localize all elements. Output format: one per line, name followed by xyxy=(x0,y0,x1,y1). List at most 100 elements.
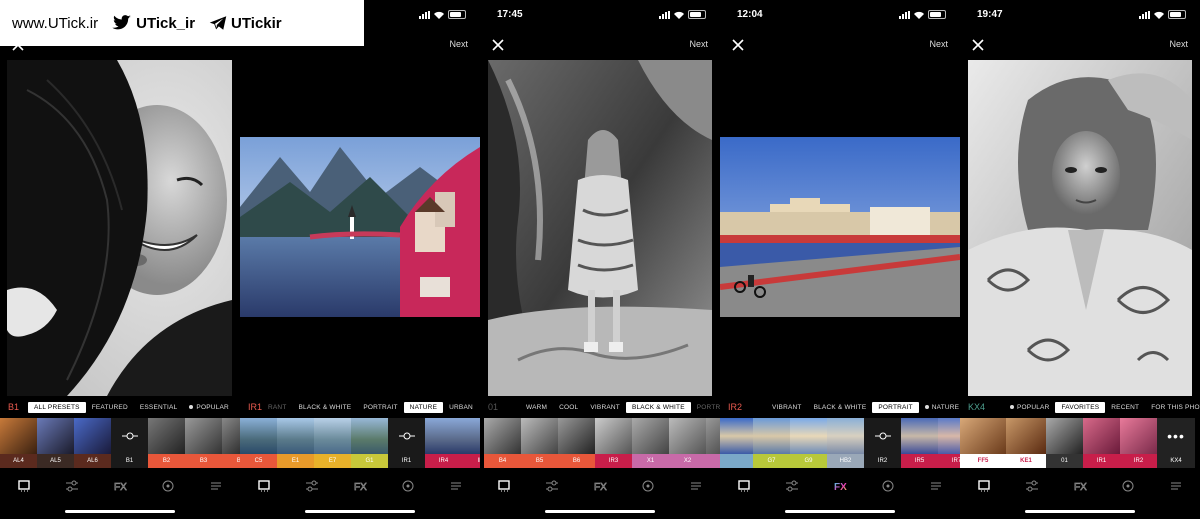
tab-popular[interactable]: POPULAR xyxy=(183,402,234,413)
preset-thumb[interactable]: 01 xyxy=(1046,418,1083,468)
fx-icon[interactable]: FX xyxy=(1072,478,1088,494)
close-icon[interactable] xyxy=(490,37,506,53)
preset-thumb[interactable]: IR2 xyxy=(1120,418,1157,468)
preset-thumb[interactable]: E1 xyxy=(277,418,314,468)
history-icon[interactable] xyxy=(640,478,656,494)
preset-label: AL4 xyxy=(0,454,37,468)
preset-thumb[interactable]: KE1 xyxy=(1006,418,1046,468)
tab-warm[interactable]: WARM xyxy=(520,402,553,413)
tab-portrait[interactable]: PORTRAIT xyxy=(872,401,919,413)
preset-thumb[interactable]: C5 xyxy=(240,418,277,468)
preset-thumb[interactable]: B2 xyxy=(148,418,185,468)
tab-label: POPULAR xyxy=(1017,403,1050,411)
fx-icon[interactable]: FX xyxy=(112,478,128,494)
history-icon[interactable] xyxy=(880,478,896,494)
tab-urban[interactable]: URBAN xyxy=(443,402,479,413)
signal-icon xyxy=(419,10,430,19)
history-icon[interactable] xyxy=(1120,478,1136,494)
preset-thumb[interactable]: B4 xyxy=(484,418,521,468)
tab-favorites[interactable]: FAVORITES xyxy=(1055,401,1106,413)
adjust-sliders-icon[interactable] xyxy=(1024,478,1040,494)
preset-thumb[interactable]: IR7 xyxy=(938,418,960,468)
preset-thumb-selected[interactable]: B1 xyxy=(111,418,148,468)
preset-thumb[interactable]: B3 xyxy=(185,418,222,468)
watermark-twitter: UTick_ir xyxy=(112,15,195,32)
preset-thumb[interactable]: IR3 xyxy=(595,418,632,468)
tab-for-this-photo[interactable]: FOR THIS PHOTO xyxy=(1145,402,1200,413)
preset-thumb[interactable]: G1 xyxy=(351,418,388,468)
close-icon[interactable] xyxy=(730,37,746,53)
preset-thumb-selected[interactable]: IR1 xyxy=(388,418,425,468)
tab-cut-off[interactable]: RANT xyxy=(262,402,293,413)
tab-nature[interactable]: NATURE xyxy=(403,401,444,413)
tab-black-white[interactable]: BLACK & WHITE xyxy=(625,401,691,413)
presets-icon[interactable] xyxy=(976,478,992,494)
tab-nature[interactable]: NATURE xyxy=(919,402,960,413)
preset-thumb[interactable]: G9 xyxy=(790,418,827,468)
menu-icon[interactable] xyxy=(688,478,704,494)
preset-strip: FF5 KE1 01 IR1 IR2 ••• KX4 xyxy=(960,418,1195,468)
preset-thumb[interactable]: E7 xyxy=(314,418,351,468)
tab-portrait[interactable]: PORTRAIT xyxy=(357,402,403,413)
adjust-strength-icon xyxy=(121,432,138,440)
preset-thumb[interactable]: IR xyxy=(462,418,480,468)
tab-popular[interactable]: POPULAR xyxy=(1004,402,1055,413)
menu-icon[interactable] xyxy=(1168,478,1184,494)
preset-thumb[interactable]: X1 xyxy=(632,418,669,468)
preset-thumb[interactable]: IR5 xyxy=(901,418,938,468)
next-button[interactable]: Next xyxy=(929,39,948,49)
preset-thumb[interactable]: X2 xyxy=(669,418,706,468)
tab-recent[interactable]: RECENT xyxy=(1105,402,1145,413)
adjust-sliders-icon[interactable] xyxy=(64,478,80,494)
tab-cut-off[interactable]: PORTR xyxy=(691,402,720,413)
next-button[interactable]: Next xyxy=(449,39,468,49)
fx-icon[interactable]: FX xyxy=(592,478,608,494)
bottom-toolbar: FX xyxy=(480,476,720,496)
home-indicator xyxy=(305,510,415,513)
preset-thumb[interactable]: FF5 xyxy=(960,418,1006,468)
preset-thumb[interactable]: AL5 xyxy=(37,418,74,468)
status-time: 12:04 xyxy=(737,9,763,20)
menu-icon[interactable] xyxy=(448,478,464,494)
presets-icon[interactable] xyxy=(496,478,512,494)
history-icon[interactable] xyxy=(160,478,176,494)
history-icon[interactable] xyxy=(400,478,416,494)
tab-vibrant[interactable]: VIBRANT xyxy=(584,402,626,413)
fx-icon-active[interactable]: FX xyxy=(832,478,848,494)
next-button[interactable]: Next xyxy=(1169,39,1188,49)
preset-thumb-selected[interactable]: IR2 xyxy=(864,418,901,468)
tab-vibrant[interactable]: VIBRANT xyxy=(766,402,808,413)
preset-thumb[interactable]: IR1 xyxy=(1083,418,1120,468)
preset-thumb[interactable]: HB2 xyxy=(827,418,864,468)
presets-icon[interactable] xyxy=(16,478,32,494)
adjust-sliders-icon[interactable] xyxy=(544,478,560,494)
adjust-sliders-icon[interactable] xyxy=(304,478,320,494)
preset-thumb[interactable]: AL4 xyxy=(0,418,37,468)
preset-label: IR3 xyxy=(595,454,632,468)
preset-thumb[interactable]: B5 xyxy=(521,418,558,468)
home-indicator xyxy=(785,510,895,513)
next-button[interactable]: Next xyxy=(689,39,708,49)
preset-thumb[interactable]: B6 xyxy=(558,418,595,468)
tab-all-presets[interactable]: ALL PRESETS xyxy=(28,401,86,413)
phone-screen-2: Next IR1 RANT BLACK & WHITE PORTRAIT NAT… xyxy=(240,0,480,519)
tab-essential[interactable]: ESSENTIAL xyxy=(134,402,184,413)
preset-thumb[interactable]: G7 xyxy=(753,418,790,468)
tab-black-white[interactable]: BLACK & WHITE xyxy=(293,402,358,413)
preset-thumb[interactable]: IR4 xyxy=(425,418,462,468)
adjust-sliders-icon[interactable] xyxy=(784,478,800,494)
preset-thumb[interactable]: AL6 xyxy=(74,418,111,468)
preset-thumb[interactable] xyxy=(706,418,720,468)
presets-icon[interactable] xyxy=(736,478,752,494)
menu-icon[interactable] xyxy=(208,478,224,494)
fx-icon[interactable]: FX xyxy=(352,478,368,494)
presets-icon[interactable] xyxy=(256,478,272,494)
tab-featured[interactable]: FEATURED xyxy=(86,402,134,413)
close-icon[interactable] xyxy=(970,37,986,53)
tab-cool[interactable]: COOL xyxy=(553,402,584,413)
more-presets-button[interactable]: ••• KX4 xyxy=(1157,418,1195,468)
preset-thumb[interactable]: B4 xyxy=(222,418,240,468)
menu-icon[interactable] xyxy=(928,478,944,494)
tab-black-white[interactable]: BLACK & WHITE xyxy=(808,402,873,413)
preset-thumb[interactable] xyxy=(720,418,753,468)
